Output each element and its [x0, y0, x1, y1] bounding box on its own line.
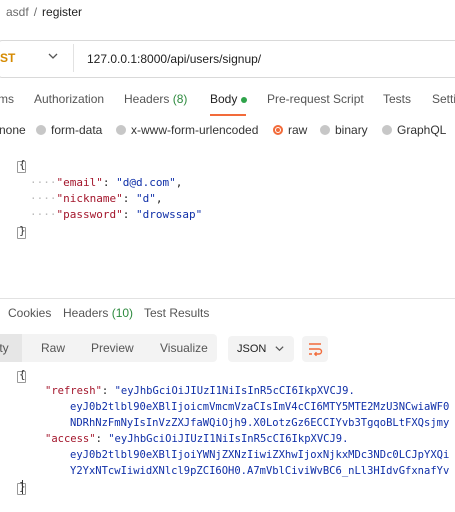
modified-dot-icon: [241, 96, 248, 103]
tab-response-headers[interactable]: Headers (10): [63, 306, 133, 320]
tab-headers-label: Headers: [124, 92, 170, 106]
chevron-down-icon[interactable]: [47, 50, 59, 62]
request-body-line: ····"nickname": "d",: [30, 192, 163, 205]
request-tabs: ms Authorization Headers (8) Body Pre-re…: [0, 92, 455, 112]
radio-raw[interactable]: [273, 125, 283, 135]
tab-test-results[interactable]: Test Results: [144, 306, 209, 320]
tab-cookies[interactable]: Cookies: [8, 306, 51, 320]
wrap-lines-icon: [309, 343, 323, 357]
response-tabs: Cookies Headers (10) Test Results: [0, 306, 455, 326]
request-body-editor[interactable]: { ····"email": "d@d.com", ····"nickname"…: [0, 155, 455, 285]
format-select-label: JSON: [237, 343, 267, 355]
tab-headers-count: (8): [172, 92, 188, 106]
tab-params[interactable]: ms: [0, 92, 14, 106]
radio-binary-label[interactable]: binary: [335, 123, 368, 137]
response-body-open-brace: {: [19, 368, 26, 381]
radio-graphql[interactable]: [382, 125, 392, 135]
response-line: eyJ0b2tlbl90eXBlIjoiYWNjZXNzIiwiZXhwIjox…: [70, 449, 450, 461]
breadcrumb-request: register: [42, 5, 83, 19]
view-mode-pretty[interactable]: tty: [0, 341, 9, 355]
pane-divider[interactable]: [0, 298, 455, 299]
request-body-close-brace: }: [19, 224, 26, 237]
radio-form-data-label[interactable]: form-data: [51, 123, 102, 137]
tab-response-headers-label: Headers: [63, 306, 109, 320]
radio-none-label[interactable]: none: [0, 123, 26, 137]
breadcrumb-separator: /: [33, 5, 38, 19]
chevron-down-icon: [275, 346, 284, 352]
method-select[interactable]: ST: [0, 51, 15, 65]
view-mode-visualize[interactable]: Visualize: [160, 341, 208, 355]
tab-response-headers-count: (10): [111, 306, 134, 320]
tab-authorization[interactable]: Authorization: [34, 92, 104, 106]
response-line: Y2YxNTcwIiwidXNlcl9pZCI6OH0.A7mVblCiviWv…: [70, 465, 450, 477]
tab-headers[interactable]: Headers (8): [124, 92, 187, 106]
wrap-lines-button[interactable]: [302, 336, 328, 362]
radio-form-data[interactable]: [36, 125, 46, 135]
tab-body-label: Body: [210, 92, 238, 106]
breadcrumb-collection[interactable]: asdf: [6, 5, 29, 19]
url-divider: [73, 44, 74, 72]
breadcrumb: asdf / register: [6, 5, 82, 19]
radio-graphql-label[interactable]: GraphQL: [397, 123, 446, 137]
response-line: eyJ0b2tlbl90eXBlIjoicmVmcmVzaCIsImV4cCI6…: [70, 401, 450, 413]
request-body-line: ····"password": "drowssap": [30, 208, 203, 221]
url-input[interactable]: 127.0.0.1:8000/api/users/signup/: [87, 52, 261, 66]
active-tab-indicator: [210, 114, 246, 116]
response-line: "refresh": "eyJhbGciOiJIUzI1NiIsInR5cCI6…: [45, 385, 355, 397]
radio-x-www-form-urlencoded-label[interactable]: x-www-form-urlencoded: [131, 123, 258, 137]
text-cursor: [22, 480, 23, 494]
view-mode-raw[interactable]: Raw: [41, 341, 65, 355]
response-line: "access": "eyJhbGciOiJIUzI1NiIsInR5cCI6I…: [45, 433, 349, 445]
radio-binary[interactable]: [320, 125, 330, 135]
response-body-viewer[interactable]: { "refresh": "eyJhbGciOiJIUzI1NiIsInR5cC…: [0, 365, 455, 500]
tab-pre-request-script[interactable]: Pre-request Script: [267, 92, 364, 106]
radio-raw-label[interactable]: raw: [288, 123, 307, 137]
tab-settings[interactable]: Setti: [432, 92, 455, 106]
view-mode-preview[interactable]: Preview: [91, 341, 134, 355]
request-body-open-brace: {: [19, 158, 26, 171]
radio-x-www-form-urlencoded[interactable]: [116, 125, 126, 135]
tab-body[interactable]: Body: [210, 92, 248, 106]
response-line: NDRhNzFmNyIsInVzZXJfaWQiOjh9.X0LotzGz6EC…: [70, 417, 450, 429]
request-body-line: ····"email": "d@d.com",: [30, 176, 183, 189]
tab-tests[interactable]: Tests: [383, 92, 411, 106]
